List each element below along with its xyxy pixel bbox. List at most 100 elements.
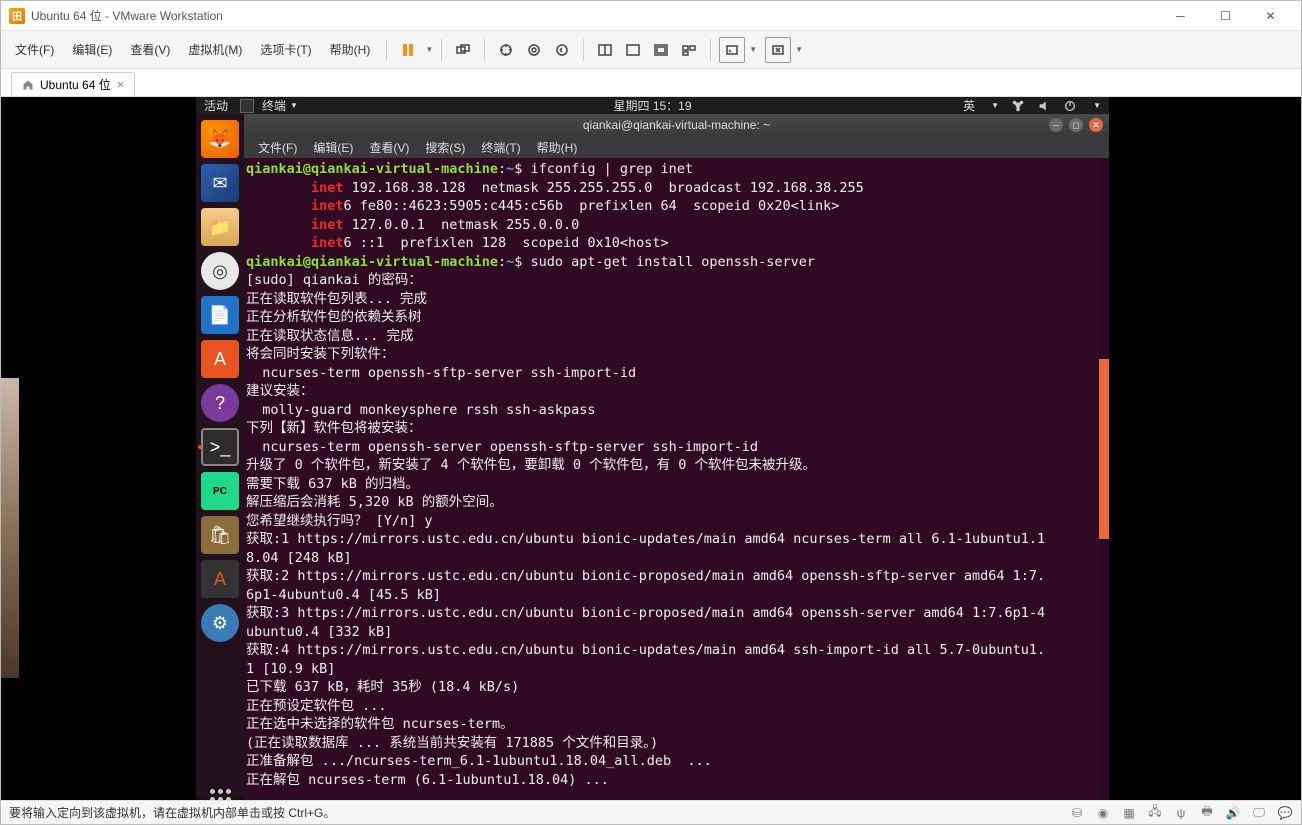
activities-button[interactable]: 活动 [204,97,228,114]
output-line: [sudo] qiankai 的密码： [246,272,422,288]
dock-terminal[interactable]: >_ [201,428,239,466]
dock-show-apps[interactable] [201,780,239,800]
output-line: 6p1-4ubuntu0.4 [45.5 kB] [246,587,441,603]
term-menu-file[interactable]: 文件(F) [252,137,303,158]
output-line: 正在预设定软件包 ... [246,698,387,714]
terminal-window: qiankai@qiankai-virtual-machine: ~ ─ ◻ ✕… [244,114,1109,800]
dock-rhythmbox[interactable]: ◎ [201,252,239,290]
chevron-down-icon[interactable]: ▼ [795,45,803,54]
output-line: 192.168.38.128 netmask 255.255.255.0 bro… [344,180,864,196]
quick-switch-button[interactable] [719,37,745,63]
menu-help[interactable]: 帮助(H) [322,37,379,62]
output-line: 6 fe80::4623:5905:c445:c56b prefixlen 64… [344,198,840,214]
output-line: ncurses-term openssh-server openssh-sftp… [246,439,758,455]
term-menu-help[interactable]: 帮助(H) [531,137,584,158]
term-menu-edit[interactable]: 编辑(E) [307,137,359,158]
fullscreen-button[interactable] [592,37,618,63]
chevron-down-icon: ▼ [290,101,298,110]
terminal-scrollbar[interactable] [1099,158,1109,800]
send-ctrlaltdel-button[interactable] [450,37,476,63]
output-line: molly-guard monkeysphere rssh ssh-askpas… [246,402,596,418]
suspend-button[interactable] [395,37,421,63]
dock-thunderbird[interactable]: ✉ [201,164,239,202]
output-line: 1 [10.9 kB] [246,661,335,677]
term-menu-view[interactable]: 查看(V) [363,137,415,158]
ime-indicator[interactable]: 英 [963,97,975,114]
term-menu-terminal[interactable]: 终端(T) [475,137,526,158]
network-icon[interactable] [1011,99,1025,113]
output-line: 正在解包 ncurses-term (6.1-1ubuntu1.18.04) .… [246,772,609,788]
status-sound-icon[interactable]: 🔊 [1225,805,1241,821]
unity-button[interactable] [620,37,646,63]
chevron-down-icon: ▼ [991,101,999,110]
output-line: 正在选中未选择的软件包 ncurses-term。 [246,716,514,732]
terminal-indicator-icon [240,99,254,113]
minimize-button[interactable]: ─ [1158,2,1203,30]
power-icon[interactable] [1063,99,1077,113]
vmware-tabbar: Ubuntu 64 位 × [1,69,1301,97]
thumbnail-button[interactable] [676,37,702,63]
menu-vm[interactable]: 虚拟机(M) [180,37,250,62]
ubuntu-desktop: 活动 终端 ▼ 星期四 15：19 英 ▼ ▼ 🦊 ✉ [196,97,1109,797]
dock-firefox[interactable]: 🦊 [201,120,239,158]
separator [583,39,584,61]
menu-edit[interactable]: 编辑(E) [64,37,120,62]
terminal-body[interactable]: qiankai@qiankai-virtual-machine:~$ ifcon… [244,158,1109,800]
scrollbar-thumb[interactable] [1099,359,1109,539]
tab-ubuntu[interactable]: Ubuntu 64 位 × [11,72,135,96]
maximize-button[interactable]: ☐ [1203,2,1248,30]
stretch-button[interactable] [765,37,791,63]
vm-guest-area[interactable]: 活动 终端 ▼ 星期四 15：19 英 ▼ ▼ 🦊 ✉ [1,97,1301,800]
vmware-window: 田 Ubuntu 64 位 - VMware Workstation ─ ☐ ✕… [0,0,1302,825]
volume-icon[interactable] [1037,99,1051,113]
status-cd-icon[interactable]: ◉ [1095,805,1111,821]
home-icon [22,79,34,91]
inet-label: inet [311,198,344,214]
ubuntu-dock: 🦊 ✉ 📁 ◎ 📄 A ? >_ PC 🛍 A ⚙ [196,114,244,800]
chevron-down-icon[interactable]: ▼ [749,45,757,54]
status-network-icon[interactable]: 🖧 [1147,805,1163,821]
separator [710,39,711,61]
terminal-titlebar[interactable]: qiankai@qiankai-virtual-machine: ~ ─ ◻ ✕ [244,114,1109,136]
console-view-button[interactable] [648,37,674,63]
status-printer-icon[interactable]: 🖶 [1199,805,1215,821]
output-line: ncurses-term openssh-sftp-server ssh-imp… [246,365,636,381]
output-line: 获取:1 https://mirrors.ustc.edu.cn/ubuntu … [246,531,1045,547]
output-line: 将会同时安装下列软件： [246,346,395,362]
status-message-icon[interactable]: 💬 [1277,805,1293,821]
close-button[interactable]: ✕ [1248,2,1293,30]
menu-view[interactable]: 查看(V) [122,37,178,62]
output-line: 正在分析软件包的依赖关系树 [246,309,422,325]
dock-ubuntu-software[interactable]: A [201,340,239,378]
snapshot-manager-button[interactable] [521,37,547,63]
terminal-minimize-button[interactable]: ─ [1049,118,1063,132]
output-line: 解压缩后会消耗 5,320 kB 的额外空间。 [246,494,503,510]
menu-file[interactable]: 文件(F) [7,37,62,62]
dock-help[interactable]: ? [201,384,239,422]
status-floppy-icon[interactable]: ▦ [1121,805,1137,821]
dock-settings[interactable]: ⚙ [201,604,239,642]
snapshot-button[interactable] [493,37,519,63]
dock-files[interactable]: 📁 [201,208,239,246]
terminal-maximize-button[interactable]: ◻ [1069,118,1083,132]
output-line: (正在读取数据库 ... 系统当前共安装有 171885 个文件和目录。) [246,735,658,751]
output-line: 6 ::1 prefixlen 128 scopeid 0x10<host> [344,235,669,251]
menu-tabs[interactable]: 选项卡(T) [252,37,319,62]
status-disk-icon[interactable]: ⛁ [1069,805,1085,821]
status-display-icon[interactable]: 🖵 [1251,805,1267,821]
tab-close-button[interactable]: × [117,77,125,92]
terminal-close-button[interactable]: ✕ [1089,118,1103,132]
revert-button[interactable] [549,37,575,63]
output-line: 升级了 0 个软件包，新安装了 4 个软件包，要卸载 0 个软件包，有 0 个软… [246,457,816,473]
app-menu-terminal[interactable]: 终端 [262,97,286,114]
clock[interactable]: 星期四 15：19 [613,97,691,114]
dock-pycharm[interactable]: PC [201,472,239,510]
dock-libreoffice-writer[interactable]: 📄 [201,296,239,334]
dock-amazon[interactable]: 🛍 [201,516,239,554]
status-usb-icon[interactable]: ψ [1173,805,1189,821]
terminal-menubar: 文件(F) 编辑(E) 查看(V) 搜索(S) 终端(T) 帮助(H) [244,136,1109,158]
term-menu-search[interactable]: 搜索(S) [419,137,471,158]
dock-software-updater[interactable]: A [201,560,239,598]
chevron-down-icon[interactable]: ▼ [425,45,433,54]
output-line: 您希望继续执行吗？ [Y/n] y [246,513,433,529]
